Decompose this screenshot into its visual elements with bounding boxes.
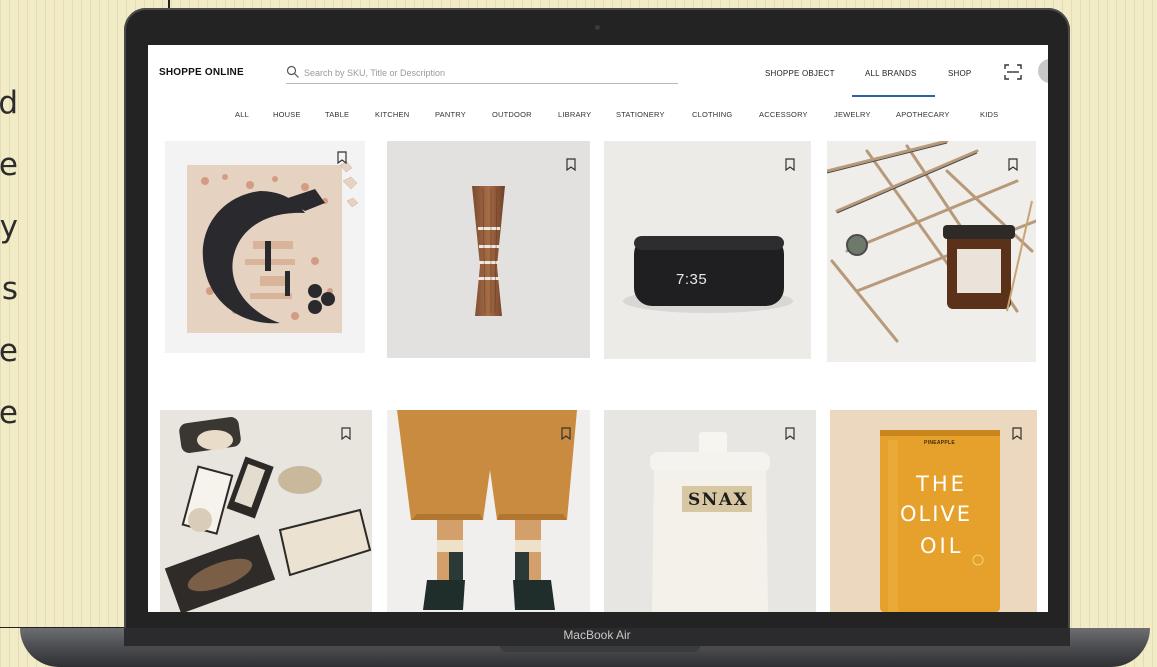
product-card-brush[interactable] — [387, 141, 590, 358]
side-letter: e — [0, 147, 18, 183]
category-pantry[interactable]: PANTRY — [435, 110, 466, 119]
category-kitchen[interactable]: KITCHEN — [375, 110, 409, 119]
laptop-notch — [500, 646, 700, 652]
side-letter: e — [0, 395, 18, 431]
category-kids[interactable]: KIDS — [980, 110, 998, 119]
category-stationery[interactable]: STATIONERY — [616, 110, 665, 119]
jar-image — [650, 432, 770, 612]
bookmark-icon[interactable] — [566, 158, 576, 171]
oil-title-line-2: OLIVE — [900, 502, 973, 526]
camera-icon — [595, 25, 600, 30]
product-card-jar[interactable]: SNAX — [604, 410, 816, 612]
product-card-clock[interactable]: 7:35 — [604, 141, 811, 359]
product-card-socks[interactable] — [387, 410, 590, 612]
avatar[interactable] — [1038, 59, 1048, 83]
oil-brand-label: PINEAPPLE — [924, 440, 956, 446]
search-bar[interactable] — [286, 63, 678, 84]
scan-icon[interactable] — [1004, 63, 1022, 81]
product-card-olive-oil[interactable]: PINEAPPLE THE OLIVE OIL — [830, 410, 1037, 612]
puzzle-image — [187, 161, 359, 333]
bookmark-icon[interactable] — [341, 427, 351, 440]
side-letter: d — [0, 85, 18, 121]
category-table[interactable]: TABLE — [325, 110, 349, 119]
category-house[interactable]: HOUSE — [273, 110, 301, 119]
site-header: SHOPPE ONLINE SHOPPE OBJECT ALL BRANDS S… — [148, 45, 1048, 100]
search-input[interactable] — [302, 64, 676, 82]
nav-shop[interactable]: SHOP — [948, 69, 971, 78]
product-card-candle[interactable] — [827, 141, 1036, 362]
search-icon — [286, 65, 299, 78]
oil-title-line-3: OIL — [920, 534, 964, 558]
bookmark-icon[interactable] — [785, 158, 795, 171]
nav-shoppe-object[interactable]: SHOPPE OBJECT — [765, 69, 835, 78]
clock-image — [623, 236, 793, 313]
side-letter: y — [0, 209, 18, 245]
category-nav: ALL HOUSE TABLE KITCHEN PANTRY OUTDOOR L… — [148, 110, 1048, 126]
active-nav-indicator — [852, 95, 935, 97]
browser-screen: SHOPPE ONLINE SHOPPE OBJECT ALL BRANDS S… — [148, 45, 1048, 612]
product-card-trays[interactable] — [160, 410, 372, 612]
bookmark-icon[interactable] — [1008, 158, 1018, 171]
socks-image — [397, 410, 577, 610]
category-apothecary[interactable]: APOTHECARY — [896, 110, 950, 119]
clock-time-display: 7:35 — [676, 271, 708, 288]
bookmark-icon[interactable] — [561, 427, 571, 440]
product-card-puzzle[interactable] — [165, 141, 365, 353]
side-letter: e — [0, 333, 18, 369]
candle-image — [827, 141, 1036, 343]
bookmark-icon[interactable] — [1012, 427, 1022, 440]
bookmark-icon[interactable] — [785, 427, 795, 440]
trays-image — [164, 417, 372, 612]
device-label: MacBook Air — [563, 628, 631, 642]
category-clothing[interactable]: CLOTHING — [692, 110, 732, 119]
jar-label: SNAX — [688, 490, 749, 510]
category-jewelry[interactable]: JEWELRY — [834, 110, 871, 119]
category-all[interactable]: ALL — [235, 110, 249, 119]
category-library[interactable]: LIBRARY — [558, 110, 591, 119]
side-letter: s — [1, 271, 18, 307]
site-logo[interactable]: SHOPPE ONLINE — [159, 67, 244, 78]
category-accessory[interactable]: ACCESSORY — [759, 110, 808, 119]
bookmark-icon[interactable] — [337, 151, 347, 164]
nav-all-brands[interactable]: ALL BRANDS — [865, 69, 917, 78]
brush-image — [472, 186, 505, 316]
oil-title-line-1: THE — [916, 472, 967, 496]
category-outdoor[interactable]: OUTDOOR — [492, 110, 532, 119]
